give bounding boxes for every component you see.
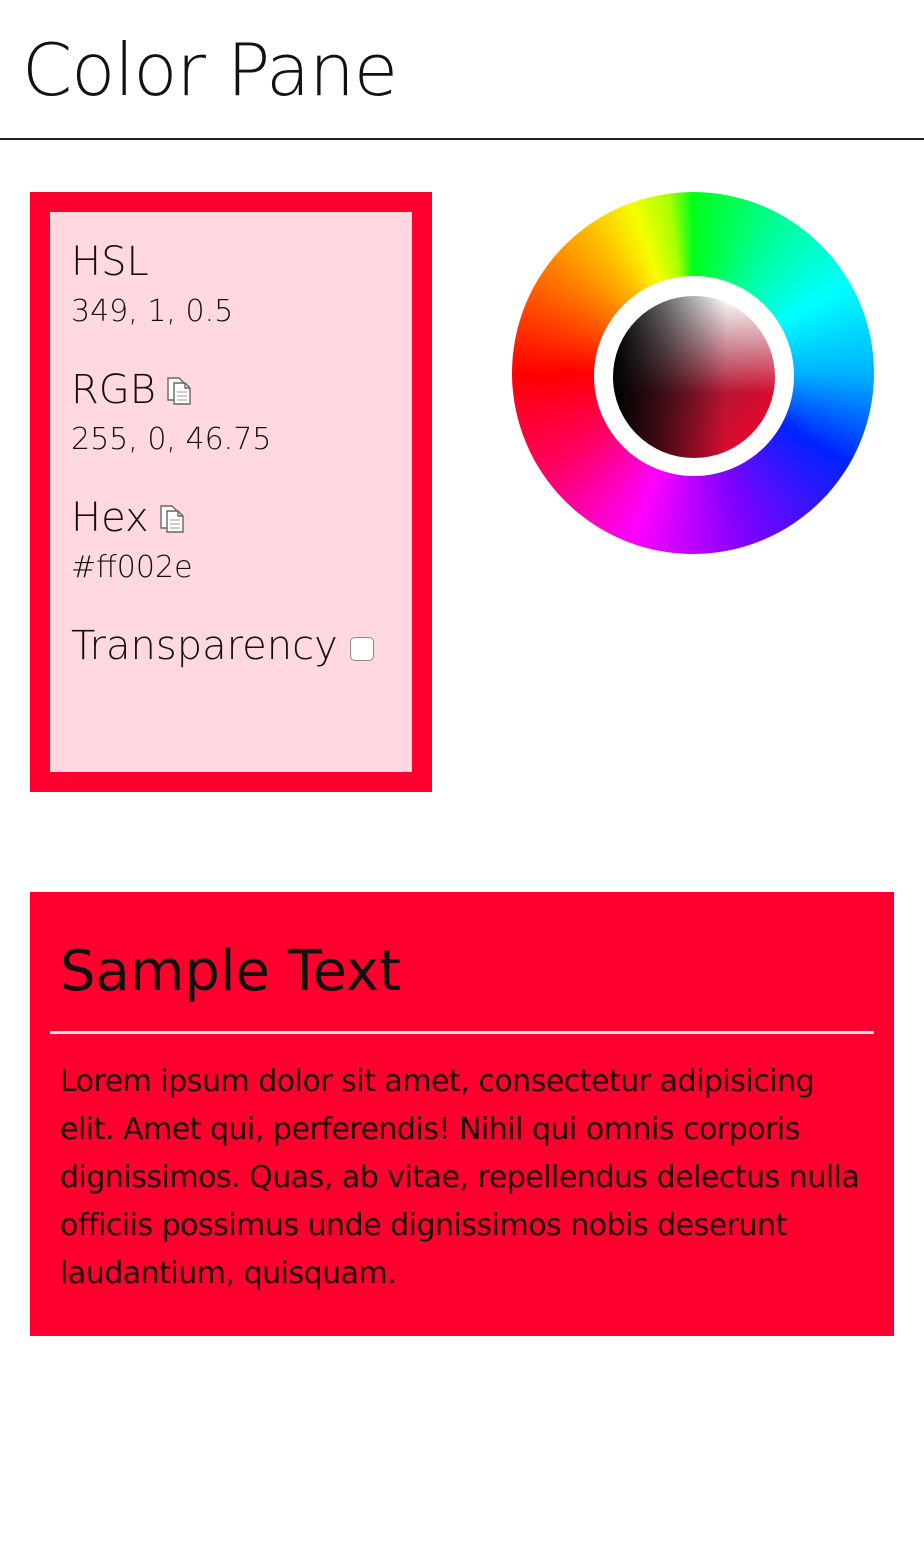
rgb-label-row: RGB (71, 364, 402, 416)
hex-label: Hex (71, 495, 149, 541)
color-info-list: HSL 349, 1, 0.5 RGB 255, 0, 46.75 Hex #f… (71, 236, 402, 672)
transparency-checkbox[interactable] (349, 637, 374, 661)
copy-icon[interactable] (166, 375, 192, 405)
app-header: Color Pane (0, 0, 924, 140)
sample-heading: Sample Text (60, 939, 402, 1004)
sample-divider (50, 1031, 874, 1034)
sample-body-text: Lorem ipsum dolor sit amet, consectetur … (60, 1064, 860, 1291)
transparency-row: Transparency (71, 620, 402, 672)
page-title: Color Pane (22, 28, 398, 112)
sample-text-card: Sample Text Lorem ipsum dolor sit amet, … (30, 892, 894, 1336)
hsl-label-row: HSL (71, 236, 402, 288)
saturation-lightness-picker[interactable] (613, 296, 775, 458)
hsl-value: 349, 1, 0.5 (71, 294, 234, 329)
rgb-label: RGB (71, 367, 156, 413)
hsl-label: HSL (71, 239, 149, 285)
hue-wheel-center (594, 276, 794, 476)
transparency-label: Transparency (71, 623, 338, 669)
rgb-value: 255, 0, 46.75 (71, 422, 272, 457)
hex-value: #ff002e (71, 550, 193, 585)
hex-label-row: Hex (71, 492, 402, 544)
color-info-panel: HSL 349, 1, 0.5 RGB 255, 0, 46.75 Hex #f… (30, 192, 432, 792)
hue-wheel[interactable] (512, 192, 874, 554)
copy-icon[interactable] (159, 503, 185, 533)
